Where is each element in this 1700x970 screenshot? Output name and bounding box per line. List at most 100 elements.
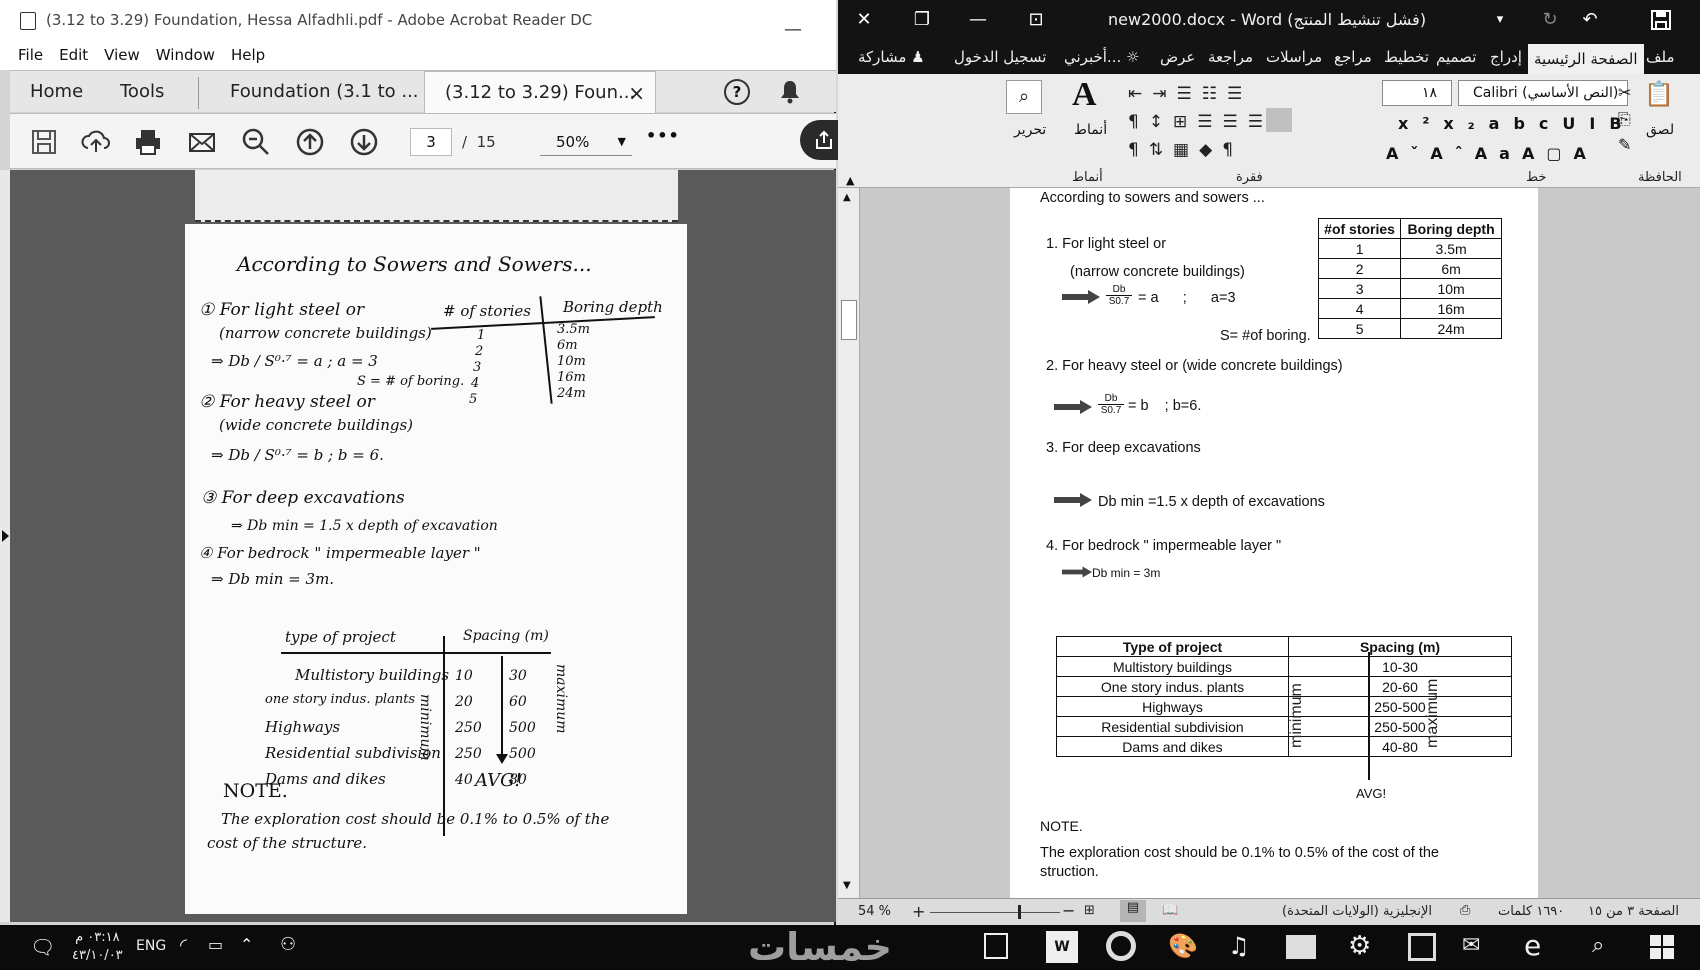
tab-layout[interactable]: تخطيط [1384, 40, 1429, 74]
zoom-level[interactable]: 54 % [858, 904, 891, 919]
note-item4: ④ For bedrock " impermeable layer " [199, 544, 481, 562]
people-icon[interactable]: ⚇ [280, 934, 296, 955]
note-spacing-min: 10 [455, 668, 473, 684]
font-format-row1[interactable]: x²x₂abcUIB [1398, 114, 1636, 133]
edge-browser-icon[interactable]: e [1524, 929, 1541, 962]
left-panel-toggle[interactable] [0, 170, 10, 922]
save-document-icon[interactable] [1650, 9, 1672, 31]
sign-in-link[interactable]: تسجيل الدخول [954, 40, 1046, 74]
font-format-row2[interactable]: AˇAˆAaA▢A [1386, 144, 1598, 163]
tab-view[interactable]: عرض [1160, 40, 1195, 74]
page-count[interactable]: الصفحة ٣ من ١٥ [1588, 904, 1679, 919]
search-icon[interactable]: ⌕ [1592, 933, 1604, 958]
close-window-icon[interactable]: ✕ [852, 8, 876, 32]
close-tab-icon[interactable]: × [628, 72, 645, 114]
web-layout-icon[interactable]: ⊞ [1084, 903, 1095, 918]
page-number-input[interactable]: 3 [410, 128, 452, 156]
read-mode-icon[interactable]: 📖 [1162, 903, 1178, 918]
print-icon[interactable] [132, 126, 164, 158]
zoom-in-icon[interactable]: + [912, 902, 925, 921]
battery-icon[interactable]: ▭ [208, 935, 223, 954]
zoom-slider-track[interactable] [930, 912, 1060, 913]
zoom-select[interactable]: 50% ▼ [540, 128, 632, 156]
clipboard-small-icons[interactable]: ✂ ⎘ ✎ [1618, 80, 1631, 158]
font-size-box[interactable]: ١٨ [1382, 80, 1452, 106]
note-story-count: 1 [477, 328, 486, 343]
help-icon[interactable]: ? [724, 79, 750, 105]
tab-references[interactable]: مراجع [1334, 40, 1372, 74]
media-app-icon[interactable]: ♫ [1228, 932, 1250, 960]
share-button[interactable]: مشاركة ♟ [858, 40, 925, 74]
menu-view[interactable]: View [96, 40, 148, 70]
tab-home[interactable]: الصفحة الرئيسية [1528, 44, 1644, 74]
tab-file[interactable]: ملف [1646, 40, 1675, 74]
scroll-down-icon[interactable]: ▼ [843, 880, 851, 891]
tools-tab[interactable]: Tools [120, 71, 164, 113]
table-header-row: #of stories Boring depth [1317, 218, 1502, 239]
scroll-up-icon[interactable]: ▲ [843, 192, 851, 203]
language-status[interactable]: الإنجليزية (الولايات المتحدة) [1282, 904, 1432, 919]
undo-icon[interactable]: ↶ [1578, 8, 1602, 32]
page-down-icon[interactable] [348, 126, 380, 158]
document-tab-1[interactable]: Foundation (3.1 to ... [230, 71, 419, 113]
home-tab[interactable]: Home [30, 71, 83, 113]
document-tab-2[interactable]: (3.12 to 3.29) Foun... × [424, 71, 656, 113]
customize-toolbar-icon[interactable]: ▾ [1488, 8, 1512, 32]
vertical-scrollbar[interactable]: ▲ ▼ [838, 188, 860, 898]
action-center-icon[interactable]: 🗨 [30, 935, 55, 959]
zoom-slider-thumb[interactable] [1018, 905, 1021, 919]
paste-button-label[interactable]: لصق [1646, 122, 1674, 138]
page-up-icon[interactable] [294, 126, 326, 158]
chrome-app-icon[interactable] [1106, 931, 1136, 961]
upload-cloud-icon[interactable] [80, 126, 112, 158]
mail-app-icon[interactable]: ✉ [1462, 933, 1480, 958]
windows-start-icon[interactable] [1650, 935, 1674, 959]
more-tools-icon[interactable]: ••• [646, 126, 680, 145]
zoom-out-icon[interactable]: − [1062, 901, 1075, 920]
word-count[interactable]: ١٦٩٠ كلمات [1498, 904, 1564, 919]
redo-icon[interactable]: ↻ [1538, 8, 1562, 32]
proofing-icon[interactable]: ⎙ [1460, 903, 1470, 918]
tab-design[interactable]: تصميم [1436, 40, 1476, 74]
paste-icon[interactable]: 📋 [1644, 80, 1674, 108]
store-app-icon[interactable] [1408, 933, 1436, 961]
menu-file[interactable]: File [0, 40, 51, 70]
mail-icon[interactable] [186, 126, 218, 158]
tab-insert[interactable]: إدراج [1490, 40, 1522, 74]
minimize-window-icon[interactable]: — [966, 8, 990, 32]
word-app-icon[interactable]: W [1046, 931, 1078, 963]
word-document-page[interactable]: According to sowers and sowers ... 1. Fo… [1010, 188, 1538, 898]
collapse-ribbon-icon[interactable]: ▲ [846, 174, 854, 187]
file-explorer-icon[interactable] [1286, 935, 1316, 959]
scroll-thumb[interactable] [841, 300, 857, 340]
menu-window[interactable]: Window [148, 40, 223, 70]
save-icon[interactable] [28, 126, 60, 158]
settings-gear-icon[interactable]: ⚙ [1348, 931, 1371, 961]
bell-icon[interactable] [778, 79, 802, 105]
note-item1-formula: ⇒ Db / S⁰·⁷ = a ; a = 3 [211, 352, 378, 370]
print-layout-icon[interactable]: ▤ [1120, 900, 1146, 922]
find-icon[interactable]: ⌕ [1006, 80, 1042, 114]
ribbon-display-icon[interactable]: ⊡ [1024, 8, 1048, 32]
paragraph-controls[interactable]: ⇤⇥☰☷☰ ¶↕⊞☰☰☰☰ ¶⇅▦◆¶ [1128, 80, 1368, 160]
tab-mailings[interactable]: مراسلات [1266, 40, 1322, 74]
paint-app-icon[interactable]: 🎨 [1168, 932, 1198, 960]
show-hidden-icons[interactable]: ⌃ [240, 935, 253, 954]
zoom-out-icon[interactable] [240, 126, 272, 158]
styles-icon[interactable]: A [1072, 76, 1097, 114]
tell-me-box[interactable]: أخبرني... ☼ [1064, 40, 1139, 74]
input-language[interactable]: ENG [136, 938, 166, 954]
editing-button-label[interactable]: تحرير [1014, 122, 1046, 138]
table-cell: 3.5m [1400, 238, 1502, 259]
word-window-title: new2000.docx - Word (فشل تنشيط المنتج) [1108, 10, 1427, 29]
wifi-icon[interactable]: ◜ [180, 935, 187, 956]
styles-button-label[interactable]: أنماط [1074, 122, 1107, 138]
menu-edit[interactable]: Edit [51, 40, 96, 70]
clock[interactable]: ٠٣:١٨ م ٤٣/١٠/٠٣ [72, 929, 123, 965]
doc-item1-frac: Db S0.7 [1106, 284, 1132, 307]
tab-review[interactable]: مراجعة [1208, 40, 1253, 74]
menu-help[interactable]: Help [223, 40, 273, 70]
tablet-app-icon[interactable] [984, 933, 1008, 959]
font-name-box[interactable]: Calibri (النص الأساسي) [1458, 80, 1628, 106]
restore-window-icon[interactable]: ❐ [910, 8, 934, 32]
